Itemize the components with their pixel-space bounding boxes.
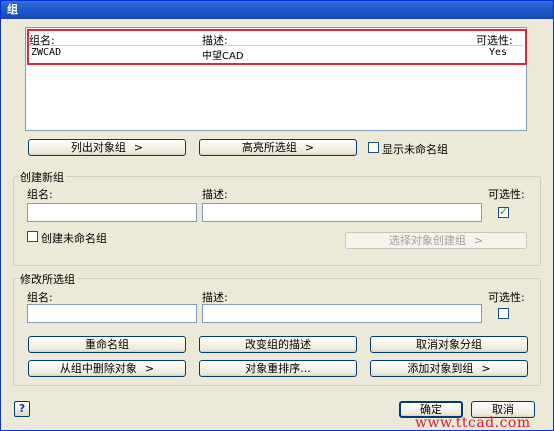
list-objects-button[interactable]: 列出对象组 >: [28, 139, 186, 156]
list-cell-selectable[interactable]: Yes: [489, 47, 507, 58]
chevron-right-icon: >: [133, 141, 144, 154]
ungroup-button[interactable]: 取消对象分组: [370, 336, 528, 353]
chevron-right-icon: >: [481, 362, 491, 375]
reorder-objects-button[interactable]: 对象重排序...: [199, 360, 357, 377]
chevron-right-icon: >: [304, 141, 315, 154]
show-unnamed-checkbox[interactable]: [368, 142, 379, 153]
list-cell-name[interactable]: ZWCAD: [31, 47, 61, 58]
watermark: www.ttcad.com: [415, 415, 531, 431]
modify-selectable-label: 可选性:: [488, 291, 525, 304]
reorder-objects-label: 对象重排序...: [245, 362, 311, 375]
group-dialog: 组 组名: 描述: 可选性: ZWCAD 中望CAD Yes 列出对象组 > 高亮…: [0, 0, 554, 431]
select-objects-create-label: 选择对象创建组: [388, 234, 466, 247]
list-cell-description[interactable]: 中望CAD: [202, 47, 244, 62]
modify-description-input[interactable]: [202, 304, 482, 323]
change-description-label: 改变组的描述: [245, 338, 311, 351]
rename-group-button[interactable]: 重命名组: [28, 336, 186, 353]
list-objects-label: 列出对象组: [70, 141, 126, 154]
modify-name-input[interactable]: [27, 304, 197, 323]
show-unnamed-label[interactable]: 显示未命名组: [382, 141, 448, 157]
change-description-button[interactable]: 改变组的描述: [199, 336, 357, 353]
create-description-input[interactable]: [202, 203, 482, 222]
dialog-title: 组: [1, 1, 553, 19]
ungroup-label: 取消对象分组: [416, 338, 482, 351]
modify-name-label: 组名:: [27, 291, 53, 304]
create-description-label: 描述:: [202, 188, 228, 201]
rename-group-label: 重命名组: [85, 338, 129, 351]
create-name-label: 组名:: [27, 188, 53, 201]
remove-objects-label: 从组中删除对象: [59, 362, 137, 375]
chevron-right-icon: >: [144, 362, 155, 375]
create-unnamed-checkbox[interactable]: [27, 231, 38, 242]
highlight-group-label: 高亮所选组: [241, 141, 297, 154]
modify-group-title: 修改所选组: [18, 271, 77, 287]
modify-description-label: 描述:: [202, 291, 228, 304]
select-objects-create-button[interactable]: 选择对象创建组 >: [345, 232, 527, 249]
chevron-right-icon: >: [473, 234, 484, 247]
modify-selectable-checkbox[interactable]: [498, 308, 509, 319]
highlight-group-button[interactable]: 高亮所选组 >: [199, 139, 357, 156]
list-header-divider: [29, 45, 523, 46]
help-icon[interactable]: ?: [14, 401, 30, 417]
create-group-title: 创建新组: [18, 169, 66, 185]
create-selectable-label: 可选性:: [488, 188, 525, 201]
create-selectable-checkbox[interactable]: [498, 205, 509, 218]
remove-objects-button[interactable]: 从组中删除对象 >: [28, 360, 186, 377]
create-name-input[interactable]: [27, 203, 197, 222]
create-unnamed-label[interactable]: 创建未命名组: [41, 230, 107, 246]
add-objects-button[interactable]: 添加对象到组 >: [370, 360, 528, 377]
highlight-frame: [27, 29, 527, 65]
add-objects-label: 添加对象到组: [407, 362, 474, 375]
